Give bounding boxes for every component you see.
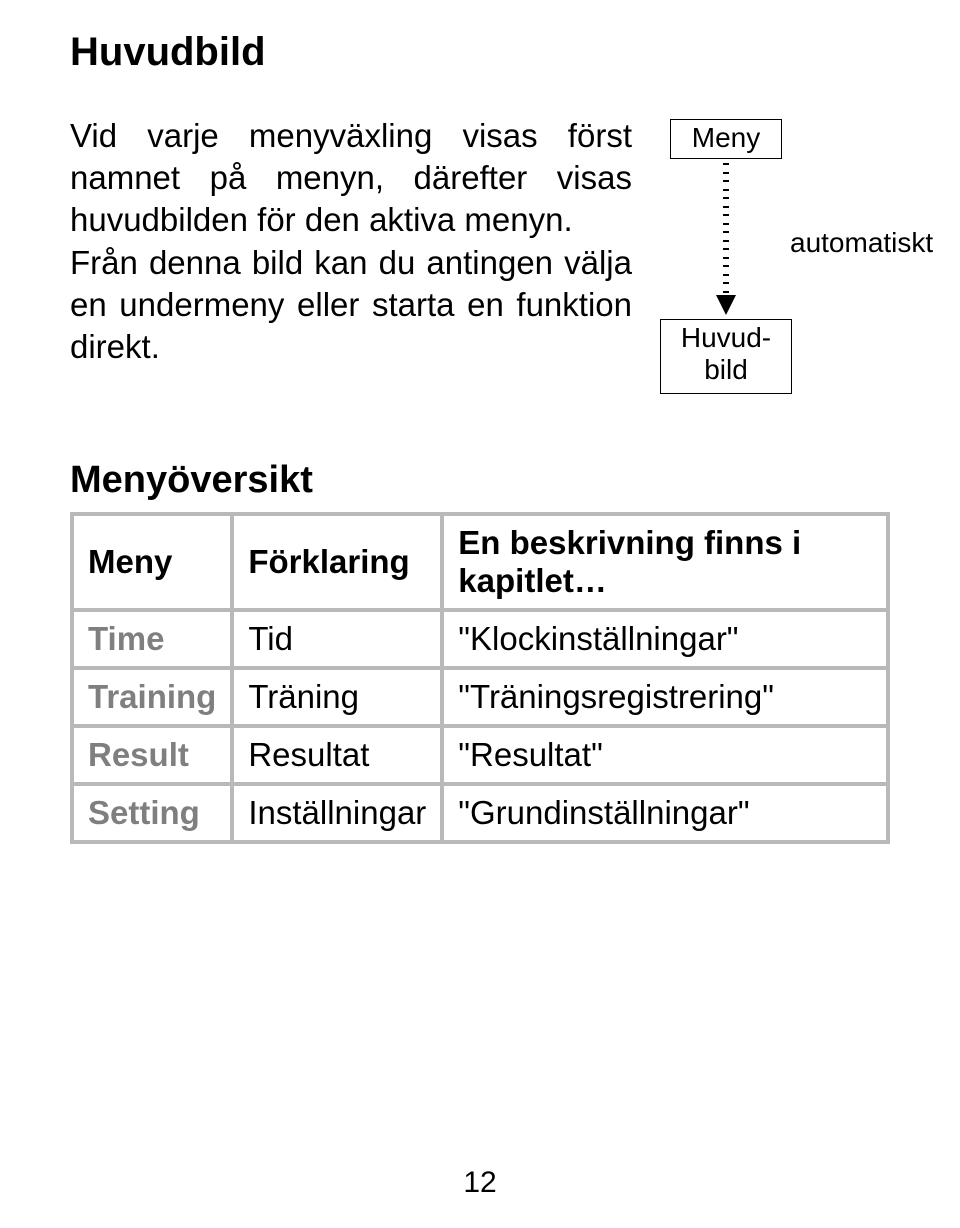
page-title: Huvudbild (70, 30, 890, 75)
table-row: Setting Inställningar "Grundinställninga… (72, 784, 888, 842)
intro-paragraph-1: Vid varje menyväxling visas först namnet… (70, 115, 632, 242)
cell-menu: Training (72, 668, 232, 726)
cell-menu: Setting (72, 784, 232, 842)
cell-desc: "Träningsregistrering" (442, 668, 888, 726)
col-header-beskrivning: En beskrivning finns i kapitlet… (442, 514, 888, 610)
cell-menu: Time (72, 610, 232, 668)
diagram-box-meny: Meny (670, 119, 782, 159)
cell-menu: Result (72, 726, 232, 784)
cell-desc: "Resultat" (442, 726, 888, 784)
menu-overview-table: Meny Förklaring En beskrivning finns i k… (70, 512, 890, 844)
cell-desc: "Klockinställningar" (442, 610, 888, 668)
intro-paragraph-2: Från denna bild kan du antingen välja en… (70, 242, 632, 369)
flow-diagram: Meny automatiskt Huvud- bild (660, 119, 890, 429)
intro-text: Vid varje menyväxling visas först namnet… (70, 115, 632, 368)
table-row: Training Träning "Träningsregistrering" (72, 668, 888, 726)
cell-desc: "Grundinställningar" (442, 784, 888, 842)
cell-expl: Resultat (232, 726, 442, 784)
section-title-menyoversikt: Menyöversikt (70, 459, 890, 502)
arrow-down-icon (716, 163, 736, 315)
cell-expl: Träning (232, 668, 442, 726)
col-header-forklaring: Förklaring (232, 514, 442, 610)
table-row: Time Tid "Klockinställningar" (72, 610, 888, 668)
page: Huvudbild Vid varje menyväxling visas fö… (0, 0, 960, 1228)
cell-expl: Inställningar (232, 784, 442, 842)
diagram-arrow-label: automatiskt (790, 227, 933, 259)
table-header-row: Meny Förklaring En beskrivning finns i k… (72, 514, 888, 610)
table-row: Result Resultat "Resultat" (72, 726, 888, 784)
col-header-meny: Meny (72, 514, 232, 610)
cell-expl: Tid (232, 610, 442, 668)
page-number: 12 (0, 1166, 960, 1200)
intro-section: Vid varje menyväxling visas först namnet… (70, 115, 890, 429)
diagram-box-huvudbild: Huvud- bild (660, 319, 792, 394)
